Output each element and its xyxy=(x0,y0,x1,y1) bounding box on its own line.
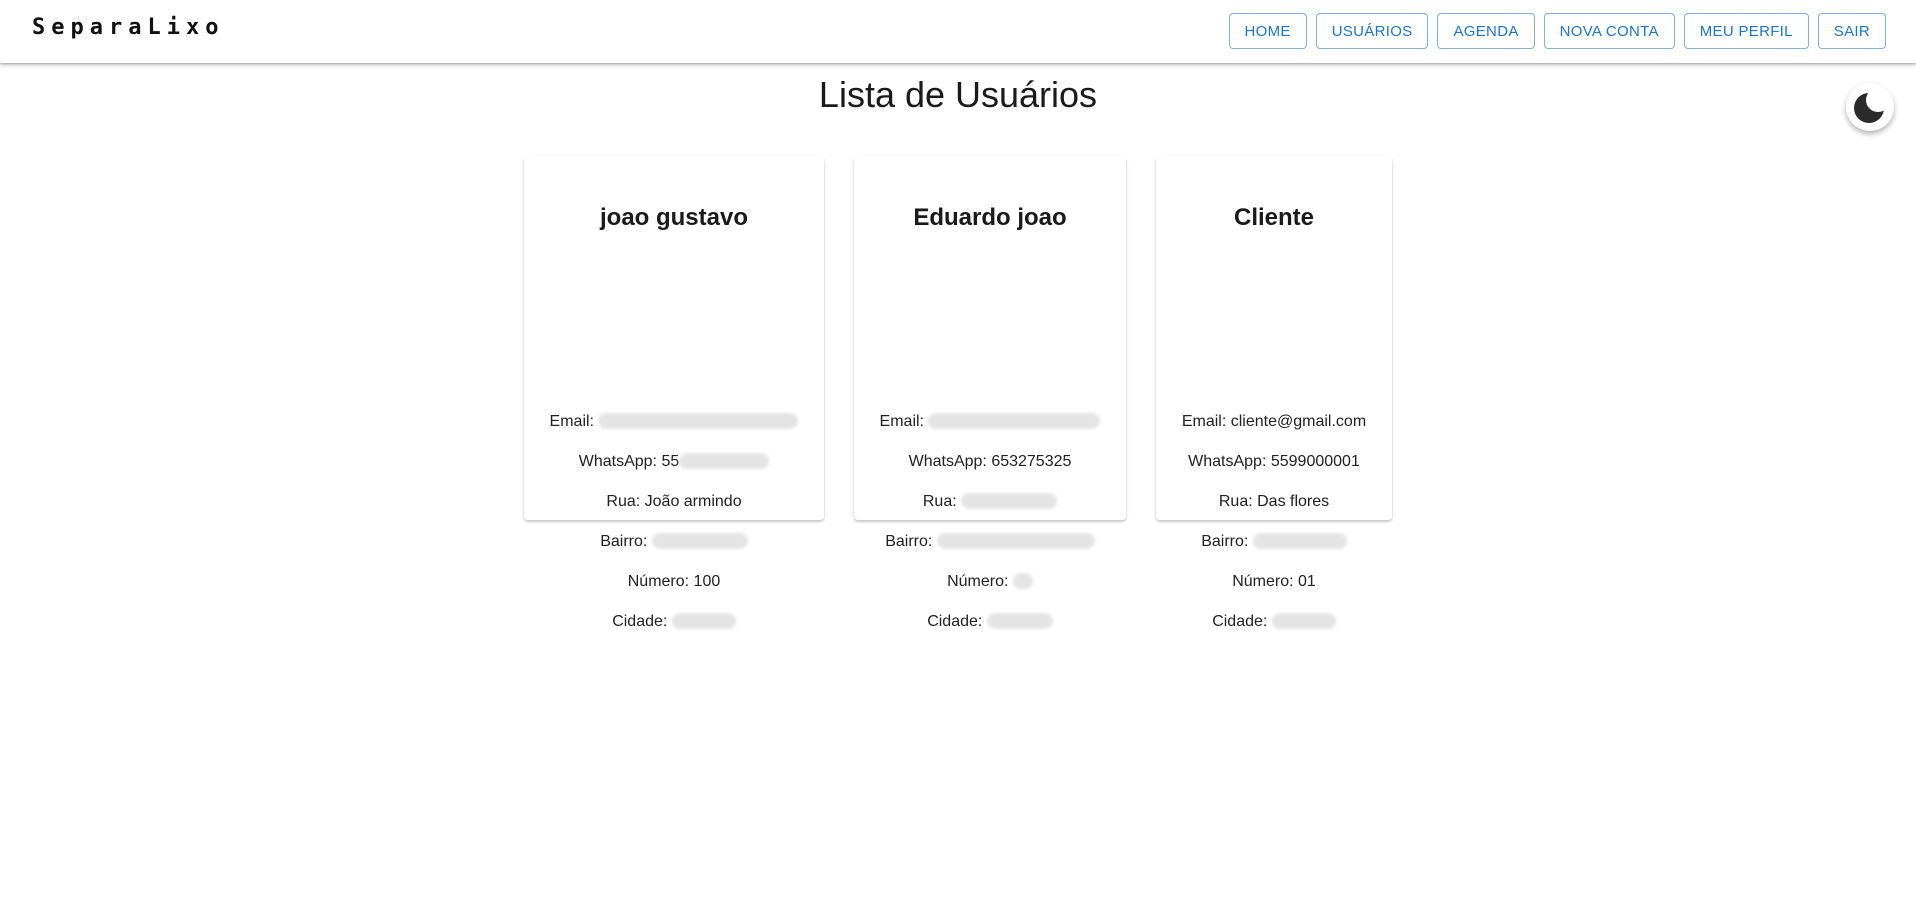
redacted-number xyxy=(1012,573,1033,589)
nav-logout-button[interactable]: SAIR xyxy=(1817,13,1886,49)
street-value: Das flores xyxy=(1257,493,1330,510)
redacted-neighborhood xyxy=(1252,533,1347,549)
whatsapp-value: 5599000001 xyxy=(1270,453,1360,470)
email-label: Email: xyxy=(549,413,594,430)
email-label: Email: xyxy=(1181,413,1227,430)
user-number: Número: 100 xyxy=(524,573,824,591)
email-value: cliente@gmail.com xyxy=(1230,413,1367,430)
user-number: Número: 01 xyxy=(1156,573,1392,591)
user-card: joao gustavo Email: WhatsApp: 55 Rua: Jo… xyxy=(524,156,824,630)
user-city: Cidade: xyxy=(854,613,1126,631)
redacted-neighborhood xyxy=(936,533,1095,549)
number-label: Número: xyxy=(1232,573,1294,590)
nav-new-account-button[interactable]: NOVA CONTA xyxy=(1543,13,1675,49)
redacted-whatsapp xyxy=(679,453,770,469)
user-whatsapp: WhatsApp: 55 xyxy=(524,453,824,471)
whatsapp-value: 55 xyxy=(661,453,680,470)
user-neighborhood: Bairro: xyxy=(854,533,1126,551)
redacted-city xyxy=(671,613,736,629)
city-label: Cidade: xyxy=(1212,613,1268,630)
number-value: 01 xyxy=(1298,573,1316,590)
user-email: Email: xyxy=(854,413,1126,431)
nav-agenda-button[interactable]: AGENDA xyxy=(1437,13,1535,49)
user-neighborhood: Bairro: xyxy=(524,533,824,551)
user-card: Cliente Email: cliente@gmail.com WhatsAp… xyxy=(1156,156,1392,630)
redacted-city xyxy=(986,613,1053,629)
neighborhood-label: Bairro: xyxy=(600,533,648,550)
street-label: Rua: xyxy=(922,493,957,510)
street-value: João armindo xyxy=(644,493,742,510)
page-title: Lista de Usuários xyxy=(818,74,1098,115)
main-nav: HOME USUÁRIOS AGENDA NOVA CONTA MEU PERF… xyxy=(1228,13,1886,49)
user-street: Rua: João armindo xyxy=(524,493,824,511)
user-email: Email: xyxy=(524,413,824,431)
app-bar: SeparaLixo HOME USUÁRIOS AGENDA NOVA CON… xyxy=(0,0,1916,63)
whatsapp-label: WhatsApp: xyxy=(1188,453,1267,470)
user-name: joao gustavo xyxy=(599,204,749,231)
brand-logo[interactable]: SeparaLixo xyxy=(32,15,224,40)
redacted-email xyxy=(928,413,1101,429)
user-name: Eduardo joao xyxy=(913,204,1067,231)
user-number: Número: xyxy=(854,573,1126,591)
user-city: Cidade: xyxy=(1156,613,1392,631)
whatsapp-value: 653275325 xyxy=(991,453,1072,470)
user-neighborhood: Bairro: xyxy=(1156,533,1392,551)
city-label: Cidade: xyxy=(612,613,668,630)
user-whatsapp: WhatsApp: 653275325 xyxy=(854,453,1126,471)
user-card: Eduardo joao Email: WhatsApp: 653275325 … xyxy=(854,156,1126,630)
user-whatsapp: WhatsApp: 5599000001 xyxy=(1156,453,1392,471)
user-email: Email: cliente@gmail.com xyxy=(1156,413,1392,431)
whatsapp-label: WhatsApp: xyxy=(578,453,657,470)
nav-home-button[interactable]: HOME xyxy=(1228,13,1307,49)
street-label: Rua: xyxy=(606,493,641,510)
number-label: Número: xyxy=(947,573,1009,590)
street-label: Rua: xyxy=(1218,493,1253,510)
number-value: 100 xyxy=(693,573,721,590)
email-label: Email: xyxy=(879,413,924,430)
user-name: Cliente xyxy=(1233,204,1314,231)
neighborhood-label: Bairro: xyxy=(885,533,933,550)
redacted-neighborhood xyxy=(651,533,748,549)
whatsapp-label: WhatsApp: xyxy=(908,453,987,470)
nav-users-button[interactable]: USUÁRIOS xyxy=(1315,13,1429,49)
redacted-city xyxy=(1271,613,1336,629)
user-street: Rua: Das flores xyxy=(1156,493,1392,511)
nav-my-profile-button[interactable]: MEU PERFIL xyxy=(1683,13,1809,49)
number-label: Número: xyxy=(627,573,690,590)
user-street: Rua: xyxy=(854,493,1126,511)
user-city: Cidade: xyxy=(524,613,824,631)
redacted-email xyxy=(598,413,799,429)
neighborhood-label: Bairro: xyxy=(1201,533,1249,550)
city-label: Cidade: xyxy=(927,613,983,630)
redacted-street xyxy=(961,493,1058,509)
